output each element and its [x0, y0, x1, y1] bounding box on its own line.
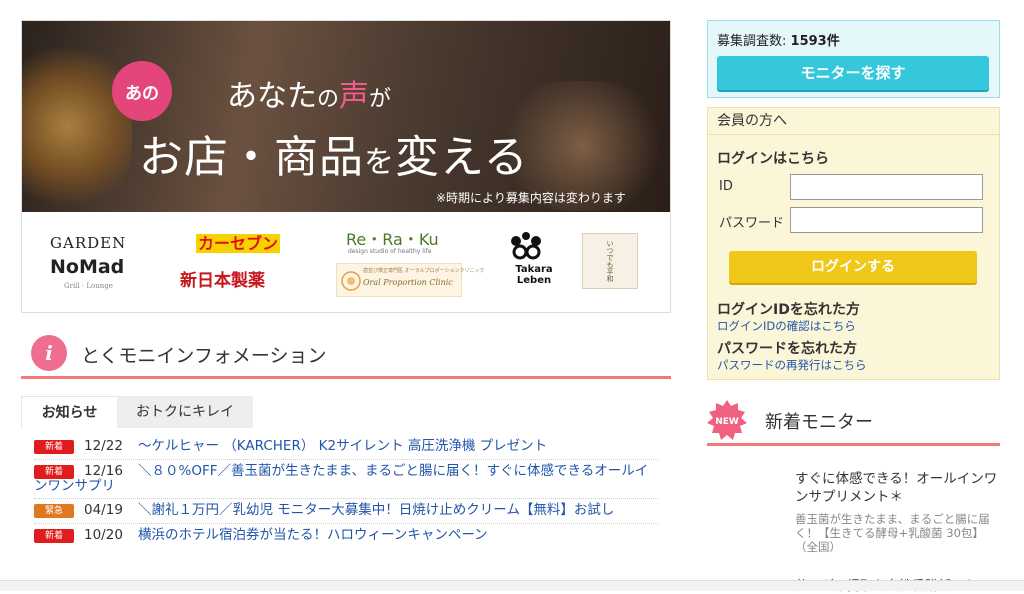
password-input[interactable] — [790, 207, 983, 233]
forgot-password-heading: パスワードを忘れた方 — [717, 341, 857, 357]
news-date: 12/22 — [84, 438, 123, 454]
logo-card: いつでも平和 — [582, 233, 638, 289]
login-button[interactable]: ログインする — [729, 251, 977, 283]
tab-news[interactable]: お知らせ — [21, 396, 117, 428]
monitor-search-box: 募集調査数: 1593件 モニターを探す — [707, 20, 1000, 98]
survey-count: 募集調査数: 1593件 — [717, 30, 840, 49]
hero-text: の — [317, 87, 340, 112]
logo-nomad: NoMad — [50, 256, 125, 278]
logo-nomad-sub: Grill · Lounge — [64, 282, 113, 290]
hero-note: ※時期により募集内容は変わります — [436, 191, 626, 205]
logo-reraku-sub: design studio of healthy life — [348, 248, 432, 255]
news-item[interactable]: 緊急 04/19 ＼謝礼１万円／乳幼児 モニター大募集中！日焼け止めクリーム【無料】… — [34, 499, 658, 524]
news-item[interactable]: 新着 12/16 ＼８０%OFF／善玉菌が生きたまま、まるごと腸に届く！すぐに体感で… — [34, 460, 658, 499]
info-icon: i — [31, 335, 67, 371]
news-link[interactable]: ～ケルヒャー （KARCHER） K2サイレント 高圧洗浄機 プレゼント — [138, 438, 547, 454]
login-title: ログインはこちら — [717, 151, 829, 167]
news-list: 新着 12/22 ～ケルヒャー （KARCHER） K2サイレント 高圧洗浄機 プレ… — [34, 435, 658, 548]
monitor-name[interactable]: すぐに体感できる！オールインワンサプリメント＊ — [795, 470, 1000, 506]
logo-card-text: いつでも平和 — [606, 240, 614, 282]
logo-takara-leben: Takara Leben — [515, 264, 553, 286]
forgot-password-link[interactable]: パスワードの再発行はこちら — [717, 357, 867, 373]
logo-carseven-text: カーセブン — [196, 234, 281, 253]
survey-count-label: 募集調査数: — [717, 34, 787, 49]
hero-text: が — [369, 87, 392, 112]
monitor-description: 善玉菌が生きたまま、まるごと腸に届く！【生きてる酵母+乳酸菌 30包】（全国） — [795, 512, 990, 554]
monitor-thumbnail[interactable] — [707, 470, 787, 550]
hero-text: あなた — [227, 79, 317, 114]
login-box-header: 会員の方へ — [708, 108, 999, 135]
logo-oral-text: Oral Proportion Clinic — [363, 278, 453, 287]
news-item[interactable]: 新着 12/22 ～ケルヒャー （KARCHER） K2サイレント 高圧洗浄機 プレ… — [34, 435, 658, 460]
news-link[interactable]: ＼謝礼１万円／乳幼児 モニター大募集中！日焼け止めクリーム【無料】お試し — [138, 502, 614, 518]
new-monitor-header: NEW 新着モニター — [707, 396, 1000, 446]
news-badge-urgent: 緊急 — [34, 504, 74, 518]
info-heading: とくモニインフォメーション — [81, 345, 327, 367]
hero-beer-glow — [22, 41, 132, 211]
logo-shinnihon: 新日本製薬 — [180, 271, 265, 291]
forgot-id-heading: ログインIDを忘れた方 — [717, 302, 860, 318]
forgot-id-link[interactable]: ログインIDの確認はこちら — [717, 318, 856, 334]
id-input[interactable] — [790, 174, 983, 200]
survey-count-value: 1593件 — [790, 34, 840, 49]
logo-reraku: Re・Ra・Ku — [346, 230, 439, 249]
logo-oral-clinic: 歯並び矯正専門医 オーラルプロポーションクリニック Oral Proportio… — [336, 263, 485, 297]
news-badge-new: 新着 — [34, 440, 74, 454]
tab-beauty[interactable]: おトクにキレイ — [117, 396, 253, 428]
hero-banner[interactable]: あの あなたの声が お店・商品を変える ※時期により募集内容は変わります GAR… — [21, 20, 671, 313]
news-badge-new: 新着 — [34, 465, 74, 479]
news-link[interactable]: 横浜のホテル宿泊券が当たる！ハロウィーンキャンペーン — [138, 527, 488, 543]
new-monitor-heading: 新着モニター — [765, 412, 873, 433]
hero-text: お店・商品 — [139, 132, 364, 183]
password-label: パスワード — [719, 216, 785, 231]
hero-speech-badge: あの — [112, 61, 172, 121]
hero-image: あの あなたの声が お店・商品を変える ※時期により募集内容は変わります — [22, 21, 670, 212]
hero-text: を — [364, 145, 395, 180]
id-label: ID — [719, 179, 733, 194]
logo-oral-top: 歯並び矯正専門医 オーラルプロポーションクリニック — [363, 268, 485, 274]
news-date: 04/19 — [84, 502, 123, 518]
logo-carseven: カーセブン — [196, 230, 281, 254]
hero-headline-2: お店・商品を変える — [139, 121, 529, 185]
new-star-icon: NEW — [707, 400, 747, 440]
news-item[interactable]: 新着 10/20 横浜のホテル宿泊券が当たる！ハロウィーンキャンペーン — [34, 524, 658, 548]
login-box: 会員の方へ ログインはこちら ID パスワード ログインする ログインIDを忘れ… — [707, 107, 1000, 380]
new-badge-text: NEW — [715, 417, 739, 427]
news-badge-new: 新着 — [34, 529, 74, 543]
sponsor-logos: GARDEN NoMad Grill · Lounge カーセブン 新日本製薬 … — [22, 212, 670, 312]
takara-leben-icon — [511, 232, 541, 260]
horizontal-scrollbar[interactable] — [0, 580, 1024, 591]
logo-garden: GARDEN — [50, 234, 127, 252]
news-date: 10/20 — [84, 527, 123, 543]
hero-headline-1: あなたの声が — [227, 71, 391, 115]
hero-text-highlight: 声 — [339, 79, 370, 114]
hero-text: 変える — [395, 132, 529, 183]
info-section-header: i とくモニインフォメーション — [21, 331, 671, 379]
news-date: 12/16 — [84, 463, 123, 479]
find-monitor-button[interactable]: モニターを探す — [717, 56, 989, 90]
oral-clinic-icon — [341, 271, 361, 291]
